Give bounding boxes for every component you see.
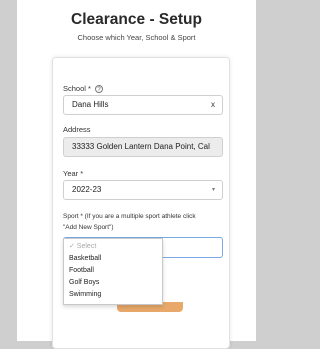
sport-label: Sport * (If you are a multiple sport ath… <box>63 213 196 220</box>
page-title: Clearance - Setup <box>71 11 202 28</box>
school-value: Dana Hills <box>72 100 109 109</box>
year-value: 2022-23 <box>72 185 102 194</box>
address-field: 33333 Golden Lantern Dana Point, Cal <box>63 137 223 157</box>
sport-option-basketball[interactable]: Basketball <box>64 253 162 265</box>
school-select[interactable]: Dana Hills x <box>63 95 223 115</box>
help-icon[interactable]: ? <box>95 85 104 94</box>
sport-option-swimming[interactable]: Swimming <box>64 289 162 301</box>
sport-option-select[interactable]: ✓ Select <box>64 241 162 253</box>
page-subtitle: Choose which Year, School & Sport <box>77 33 196 42</box>
chevron-down-icon: ▾ <box>211 187 215 193</box>
year-label: Year * <box>63 169 84 178</box>
school-label-text: School * <box>63 84 91 93</box>
sport-option-football[interactable]: Football <box>64 265 162 277</box>
sport-label-note: "Add New Sport") <box>63 224 114 231</box>
address-label: Address <box>63 125 91 134</box>
sport-dropdown: ✓ Select Basketball Football Golf Boys S… <box>63 238 163 305</box>
clear-icon[interactable]: x <box>211 96 215 114</box>
school-label: School * ? <box>63 84 104 94</box>
sport-option-golf-boys[interactable]: Golf Boys <box>64 277 162 289</box>
year-select[interactable]: 2022-23 ▾ <box>63 180 223 200</box>
address-value: 33333 Golden Lantern Dana Point, Cal <box>72 142 210 151</box>
